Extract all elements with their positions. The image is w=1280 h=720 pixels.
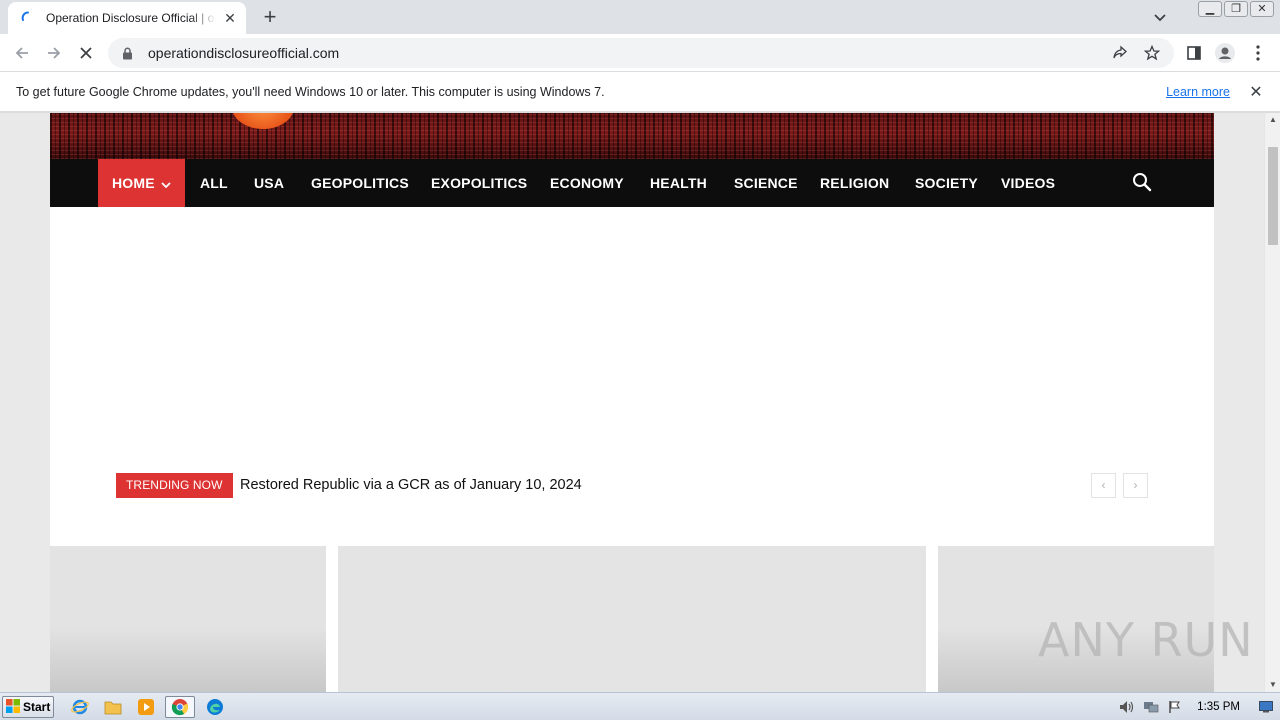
featured-card-center[interactable] <box>338 546 926 692</box>
volume-icon[interactable] <box>1117 698 1137 716</box>
trending-prev-button[interactable]: ‹ <box>1091 473 1116 498</box>
nav-item-videos[interactable]: VIDEOS <box>1001 159 1055 207</box>
minimize-button[interactable]: ▁ <box>1198 1 1222 17</box>
forward-arrow-icon[interactable] <box>42 41 66 65</box>
ad-placeholder <box>50 207 1214 447</box>
nav-item-label: HOME <box>112 175 155 191</box>
start-button[interactable]: Start <box>2 696 54 718</box>
anyrun-watermark: ANY RUN <box>1038 608 1254 672</box>
browser-toolbar: operationdisclosureofficial.com <box>0 34 1280 72</box>
nav-item-geopolitics[interactable]: GEOPOLITICS <box>311 159 409 207</box>
infobar-message: To get future Google Chrome updates, you… <box>16 84 605 99</box>
system-tray: 1:35 PM <box>1117 695 1280 719</box>
profile-avatar-icon[interactable] <box>1213 41 1237 65</box>
tab-search-chevron-icon[interactable] <box>1150 8 1170 28</box>
learn-more-link[interactable]: Learn more <box>1166 85 1230 99</box>
media-player-icon[interactable] <box>134 696 158 718</box>
kebab-menu-icon[interactable] <box>1246 41 1270 65</box>
start-label: Start <box>23 700 51 714</box>
nav-item-home[interactable]: HOME <box>98 159 185 207</box>
back-arrow-icon[interactable] <box>10 41 34 65</box>
trending-badge: TRENDING NOW <box>116 473 233 498</box>
nav-item-all[interactable]: ALL <box>200 159 228 207</box>
page-viewport: HOME ALL USA GEOPOLITICS EXOPOLITICS ECO… <box>0 113 1264 692</box>
scroll-up-arrow-icon[interactable]: ▲ <box>1265 113 1280 127</box>
network-icon[interactable] <box>1141 698 1161 716</box>
chevron-down-icon <box>161 160 171 208</box>
address-bar[interactable]: operationdisclosureofficial.com <box>108 38 1174 68</box>
nav-item-usa[interactable]: USA <box>254 159 284 207</box>
url-text[interactable]: operationdisclosureofficial.com <box>148 45 1110 61</box>
main-navigation: HOME ALL USA GEOPOLITICS EXOPOLITICS ECO… <box>50 159 1214 207</box>
chrome-taskbar-icon[interactable] <box>165 696 195 718</box>
taskbar-clock[interactable]: 1:35 PM <box>1197 701 1240 713</box>
site-container: HOME ALL USA GEOPOLITICS EXOPOLITICS ECO… <box>50 113 1214 692</box>
update-infobar: To get future Google Chrome updates, you… <box>0 72 1280 112</box>
file-explorer-icon[interactable] <box>101 696 125 718</box>
lock-icon[interactable] <box>120 46 134 60</box>
show-desktop-icon[interactable] <box>1256 698 1276 716</box>
search-icon[interactable] <box>1132 172 1154 194</box>
scrollbar-thumb[interactable] <box>1268 147 1278 245</box>
nav-item-health[interactable]: HEALTH <box>650 159 707 207</box>
featured-card-left[interactable] <box>50 546 326 692</box>
tab-close-icon[interactable]: ✕ <box>222 10 238 26</box>
header-banner <box>50 113 1214 159</box>
logo-sun-graphic <box>232 113 294 129</box>
nav-item-economy[interactable]: ECONOMY <box>550 159 624 207</box>
side-panel-icon[interactable] <box>1182 41 1206 65</box>
window-controls: ▁ ❐ ✕ <box>1198 1 1274 17</box>
edge-icon[interactable] <box>203 696 227 718</box>
tab-title: Operation Disclosure Official | operatio… <box>46 11 216 25</box>
share-icon[interactable] <box>1110 43 1130 63</box>
bookmark-star-icon[interactable] <box>1142 43 1162 63</box>
browser-tab[interactable]: Operation Disclosure Official | operatio… <box>8 2 246 34</box>
new-tab-button[interactable]: + <box>258 6 282 30</box>
restore-button[interactable]: ❐ <box>1224 1 1248 17</box>
loading-favicon-icon <box>20 10 36 26</box>
nav-item-society[interactable]: SOCIETY <box>915 159 978 207</box>
watermark-text: ANY RUN <box>1038 613 1254 667</box>
action-center-flag-icon[interactable] <box>1165 698 1185 716</box>
close-window-button[interactable]: ✕ <box>1250 1 1274 17</box>
tab-strip: Operation Disclosure Official | operatio… <box>0 0 1280 34</box>
scroll-down-arrow-icon[interactable]: ▼ <box>1265 678 1280 692</box>
nav-item-exopolitics[interactable]: EXOPOLITICS <box>431 159 527 207</box>
page-scrollbar[interactable]: ▲ ▼ <box>1264 113 1280 692</box>
nav-item-science[interactable]: SCIENCE <box>734 159 798 207</box>
nav-item-religion[interactable]: RELIGION <box>820 159 889 207</box>
infobar-close-icon[interactable]: ✕ <box>1246 82 1266 102</box>
trending-article-link[interactable]: Restored Republic via a GCR as of Januar… <box>240 473 582 498</box>
trending-next-button[interactable]: › <box>1123 473 1148 498</box>
windows-logo-icon <box>6 698 20 716</box>
internet-explorer-icon[interactable] <box>68 696 92 718</box>
stop-loading-icon[interactable] <box>74 41 98 65</box>
windows-taskbar: Start 1:35 PM <box>0 692 1280 720</box>
trending-ticker: TRENDING NOW Restored Republic via a GCR… <box>116 473 1148 499</box>
